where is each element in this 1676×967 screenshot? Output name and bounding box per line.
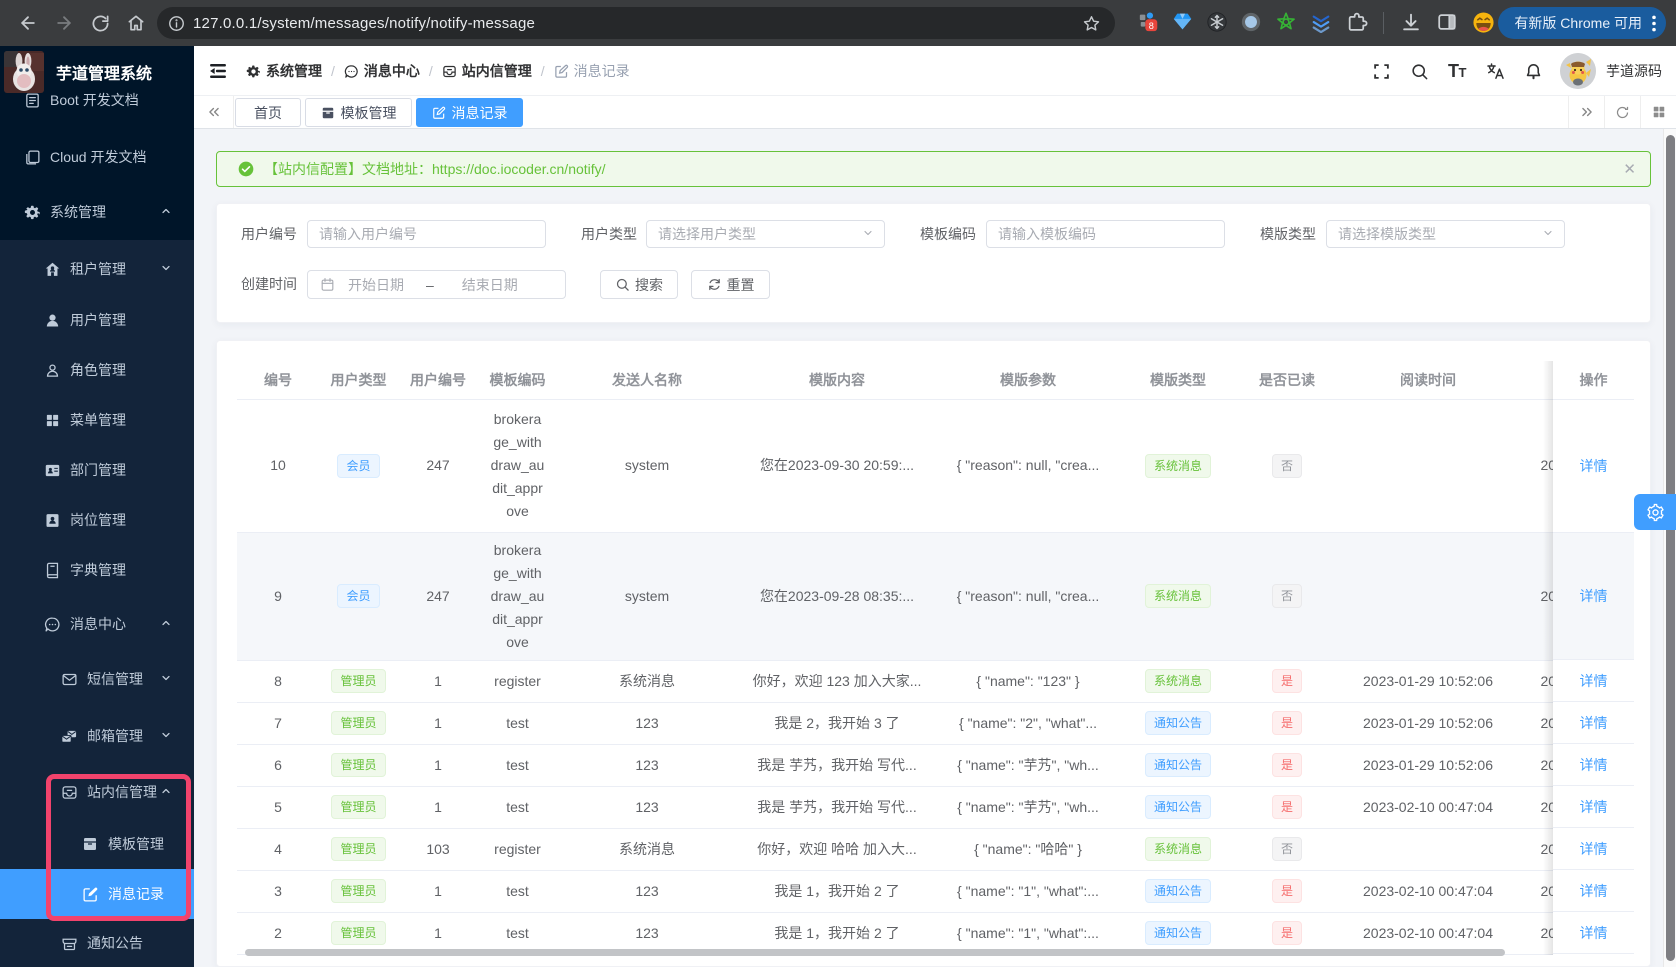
svg-text:8: 8 bbox=[1149, 21, 1154, 31]
